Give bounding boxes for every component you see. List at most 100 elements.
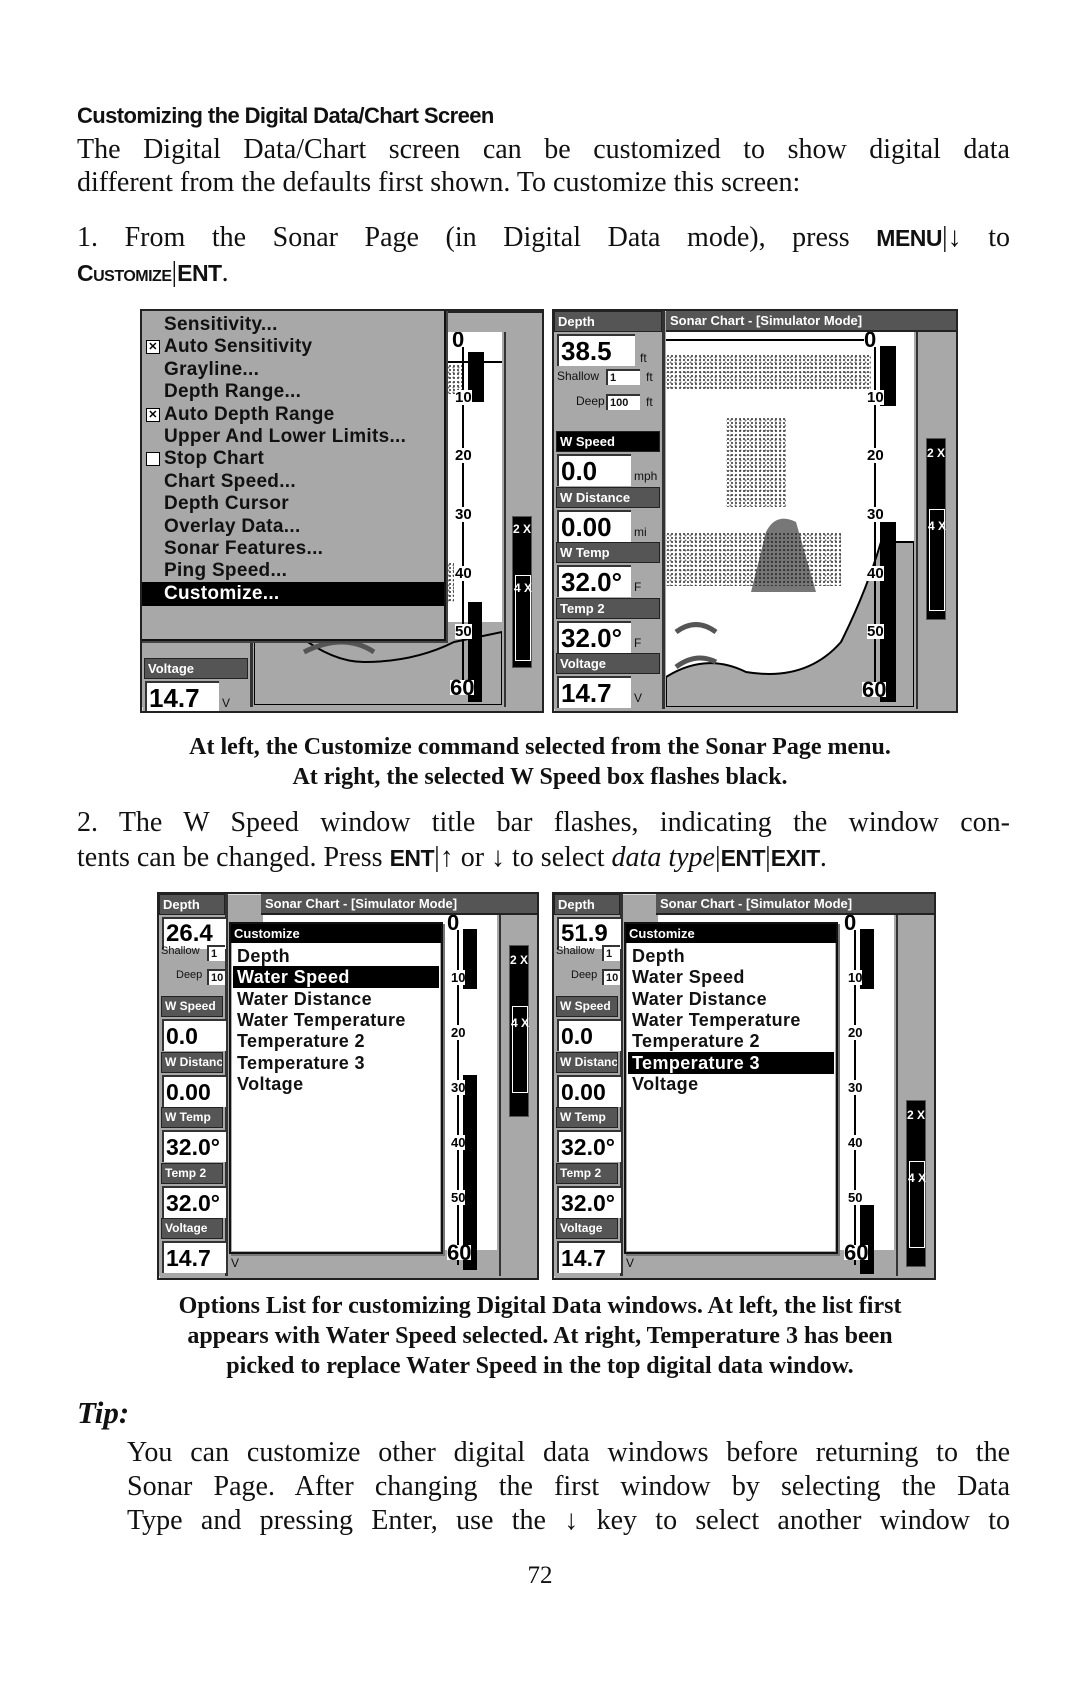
customize-option[interactable]: Water Temperature bbox=[628, 1009, 834, 1031]
digital-data-box[interactable]: W Speed 0.0 mph bbox=[554, 431, 662, 486]
digital-data-box[interactable]: W Distanc 0.00 bbox=[159, 1051, 226, 1107]
menu-item-label: Customize... bbox=[164, 582, 280, 604]
shallow-field[interactable]: 1 bbox=[606, 369, 640, 385]
depth-tick-0: 0 bbox=[864, 332, 877, 352]
customize-option[interactable]: Temperature 3 bbox=[233, 1052, 439, 1074]
zoom-4x-box: 4 X bbox=[511, 1006, 530, 1093]
deep-field[interactable]: 10 bbox=[602, 969, 620, 985]
voltage-label: Voltage bbox=[144, 658, 248, 679]
digital-data-box[interactable]: W Temp 32.0° F bbox=[554, 542, 662, 598]
menu-item[interactable]: ✕ Auto Depth Range bbox=[142, 403, 444, 427]
digital-data-column: Depth 26.4 Shallow 1 Deep 10 W Speed 0.0 W Dista… bbox=[159, 894, 239, 1276]
menu-item[interactable]: Upper And Lower Limits... bbox=[142, 425, 444, 449]
data-box-unit: V bbox=[626, 1256, 635, 1270]
zoom-range-bar[interactable]: 2 X 4 X bbox=[926, 438, 946, 620]
digital-data-box[interactable]: Temp 2 32.0° F bbox=[554, 597, 662, 653]
period: . bbox=[221, 257, 229, 288]
customize-option[interactable]: Water Distance bbox=[233, 988, 439, 1010]
data-box-value: 0.00 bbox=[162, 1074, 226, 1107]
depth-tick-0: 0 bbox=[452, 332, 465, 352]
digital-data-box[interactable]: Voltage 14.7 V bbox=[554, 653, 662, 709]
chart-title-bar: Sonar Chart - [Simulator Mode] bbox=[666, 311, 956, 332]
shallow-label: Shallow bbox=[161, 945, 200, 957]
checkbox-unchecked-icon[interactable] bbox=[146, 452, 160, 467]
deep-field[interactable]: 10 bbox=[207, 969, 225, 985]
menu-item[interactable]: ✕ Auto Sensitivity bbox=[142, 335, 444, 359]
zoom-scale-bar: 2 X 4 X bbox=[896, 915, 934, 1276]
section-heading: Customizing the Digital Data/Chart Scree… bbox=[77, 103, 494, 128]
customize-option[interactable]: Water Speed bbox=[628, 966, 834, 988]
step-1-line-2: Customize|ENT. bbox=[77, 256, 1010, 290]
checkbox-checked-icon[interactable]: ✕ bbox=[146, 340, 160, 355]
menu-item[interactable]: Sensitivity... bbox=[142, 313, 444, 337]
shallow-field[interactable]: 1 bbox=[207, 945, 225, 961]
customize-option[interactable]: Voltage bbox=[233, 1073, 439, 1095]
depth-tick-50: 50 bbox=[848, 1190, 863, 1205]
menu-item[interactable]: Chart Speed... bbox=[142, 470, 444, 494]
customize-option[interactable]: Temperature 3 bbox=[628, 1051, 834, 1074]
checkbox-checked-icon[interactable]: ✕ bbox=[146, 407, 160, 422]
digital-data-box[interactable]: W Temp 32.0° bbox=[159, 1107, 226, 1162]
digital-data-box[interactable]: Voltage 14.7 V bbox=[554, 1218, 634, 1273]
menu-item[interactable]: Overlay Data... bbox=[142, 515, 444, 539]
data-box-label: Voltage bbox=[556, 1218, 618, 1239]
key-exit: EXIT bbox=[770, 845, 821, 871]
customize-option[interactable]: Temperature 2 bbox=[628, 1030, 834, 1052]
menu-item[interactable]: Customize... bbox=[142, 581, 444, 606]
digital-data-box[interactable]: W Temp 32.0° bbox=[554, 1107, 621, 1162]
digital-data-box[interactable]: W Speed 0.0 bbox=[159, 996, 226, 1051]
menu-item[interactable]: Sonar Features... bbox=[142, 537, 444, 561]
customize-option[interactable]: Depth bbox=[233, 945, 439, 967]
customize-option[interactable]: Temperature 2 bbox=[233, 1030, 439, 1052]
menu-item-label: Grayline... bbox=[164, 358, 260, 380]
data-box-value: 0.0 bbox=[557, 454, 631, 486]
surface-clutter bbox=[666, 354, 871, 390]
data-box-value: 32.0° bbox=[557, 565, 631, 598]
menu-item[interactable]: Grayline... bbox=[142, 358, 444, 382]
zoom-4x-label: 4 X bbox=[908, 1171, 927, 1185]
menu-item[interactable]: Stop Chart bbox=[142, 447, 444, 471]
menu-item-label: Overlay Data... bbox=[164, 515, 301, 537]
depth-tick-10: 10 bbox=[867, 389, 884, 406]
data-box-value: 0.00 bbox=[557, 509, 631, 542]
zoom-range-bar[interactable]: 2 X 4 X bbox=[906, 1100, 926, 1267]
depth-box: Depth 38.5 ft Shallow 1 ft Deep 100 ft bbox=[554, 311, 662, 429]
step-1-text: 1. From the Sonar Page (in Digital Data … bbox=[77, 222, 850, 253]
zoom-4x-box: 4 X bbox=[908, 1161, 927, 1248]
customize-option[interactable]: Water Temperature bbox=[233, 1009, 439, 1031]
customize-option[interactable]: Depth bbox=[628, 945, 834, 967]
menu-item-label: Upper And Lower Limits... bbox=[164, 426, 407, 447]
customize-option[interactable]: Voltage bbox=[628, 1073, 834, 1095]
deep-field[interactable]: 100 bbox=[606, 394, 640, 410]
digital-data-box[interactable]: Temp 2 32.0° bbox=[159, 1162, 226, 1218]
menu-item[interactable]: Depth Range... bbox=[142, 380, 444, 404]
digital-data-box[interactable]: W Speed 0.0 bbox=[554, 996, 621, 1051]
tip-line-3: Type and pressing Enter, use the ↓ key t… bbox=[127, 1504, 1010, 1538]
menu-item-label: Sonar Features... bbox=[164, 538, 324, 559]
data-box-label: Temp 2 bbox=[556, 597, 660, 619]
data-box-value: 32.0° bbox=[557, 620, 631, 653]
zoom-2x-label: 2 X bbox=[513, 522, 532, 536]
or-text: or bbox=[460, 842, 485, 873]
menu-item-label: Stop Chart bbox=[164, 448, 265, 470]
digital-data-box[interactable]: Voltage 14.7 V bbox=[159, 1218, 239, 1273]
customize-option[interactable]: Water Speed bbox=[233, 966, 439, 989]
voltage-value: 14.7 bbox=[145, 681, 219, 711]
zoom-range-bar[interactable]: 2 X 4 X bbox=[509, 945, 529, 1117]
figure-1-caption-line-1: At left, the Customize command selected … bbox=[189, 734, 891, 760]
voltage-box: Voltage 14.7 V bbox=[142, 658, 250, 711]
customize-option[interactable]: Water Distance bbox=[628, 988, 834, 1010]
zoom-range-bar[interactable]: 2 X 4 X bbox=[512, 516, 532, 668]
menu-item[interactable]: Ping Speed... bbox=[142, 559, 444, 583]
menu-item[interactable]: Depth Cursor bbox=[142, 492, 444, 516]
data-box-unit: mph bbox=[634, 469, 658, 483]
zoom-4x-label: 4 X bbox=[511, 1016, 530, 1030]
arrow-down-icon: ↓ bbox=[947, 222, 962, 253]
digital-data-box[interactable]: Temp 2 32.0° bbox=[554, 1162, 621, 1218]
depth-tick-20: 20 bbox=[455, 447, 472, 464]
shallow-field[interactable]: 1 bbox=[602, 945, 620, 961]
shallow-label: Shallow bbox=[557, 369, 600, 383]
digital-data-box[interactable]: W Distanc 0.00 bbox=[554, 1051, 621, 1107]
digital-data-box[interactable]: W Distance 0.00 mi bbox=[554, 486, 662, 542]
menu-item-label: Ping Speed... bbox=[164, 560, 288, 582]
